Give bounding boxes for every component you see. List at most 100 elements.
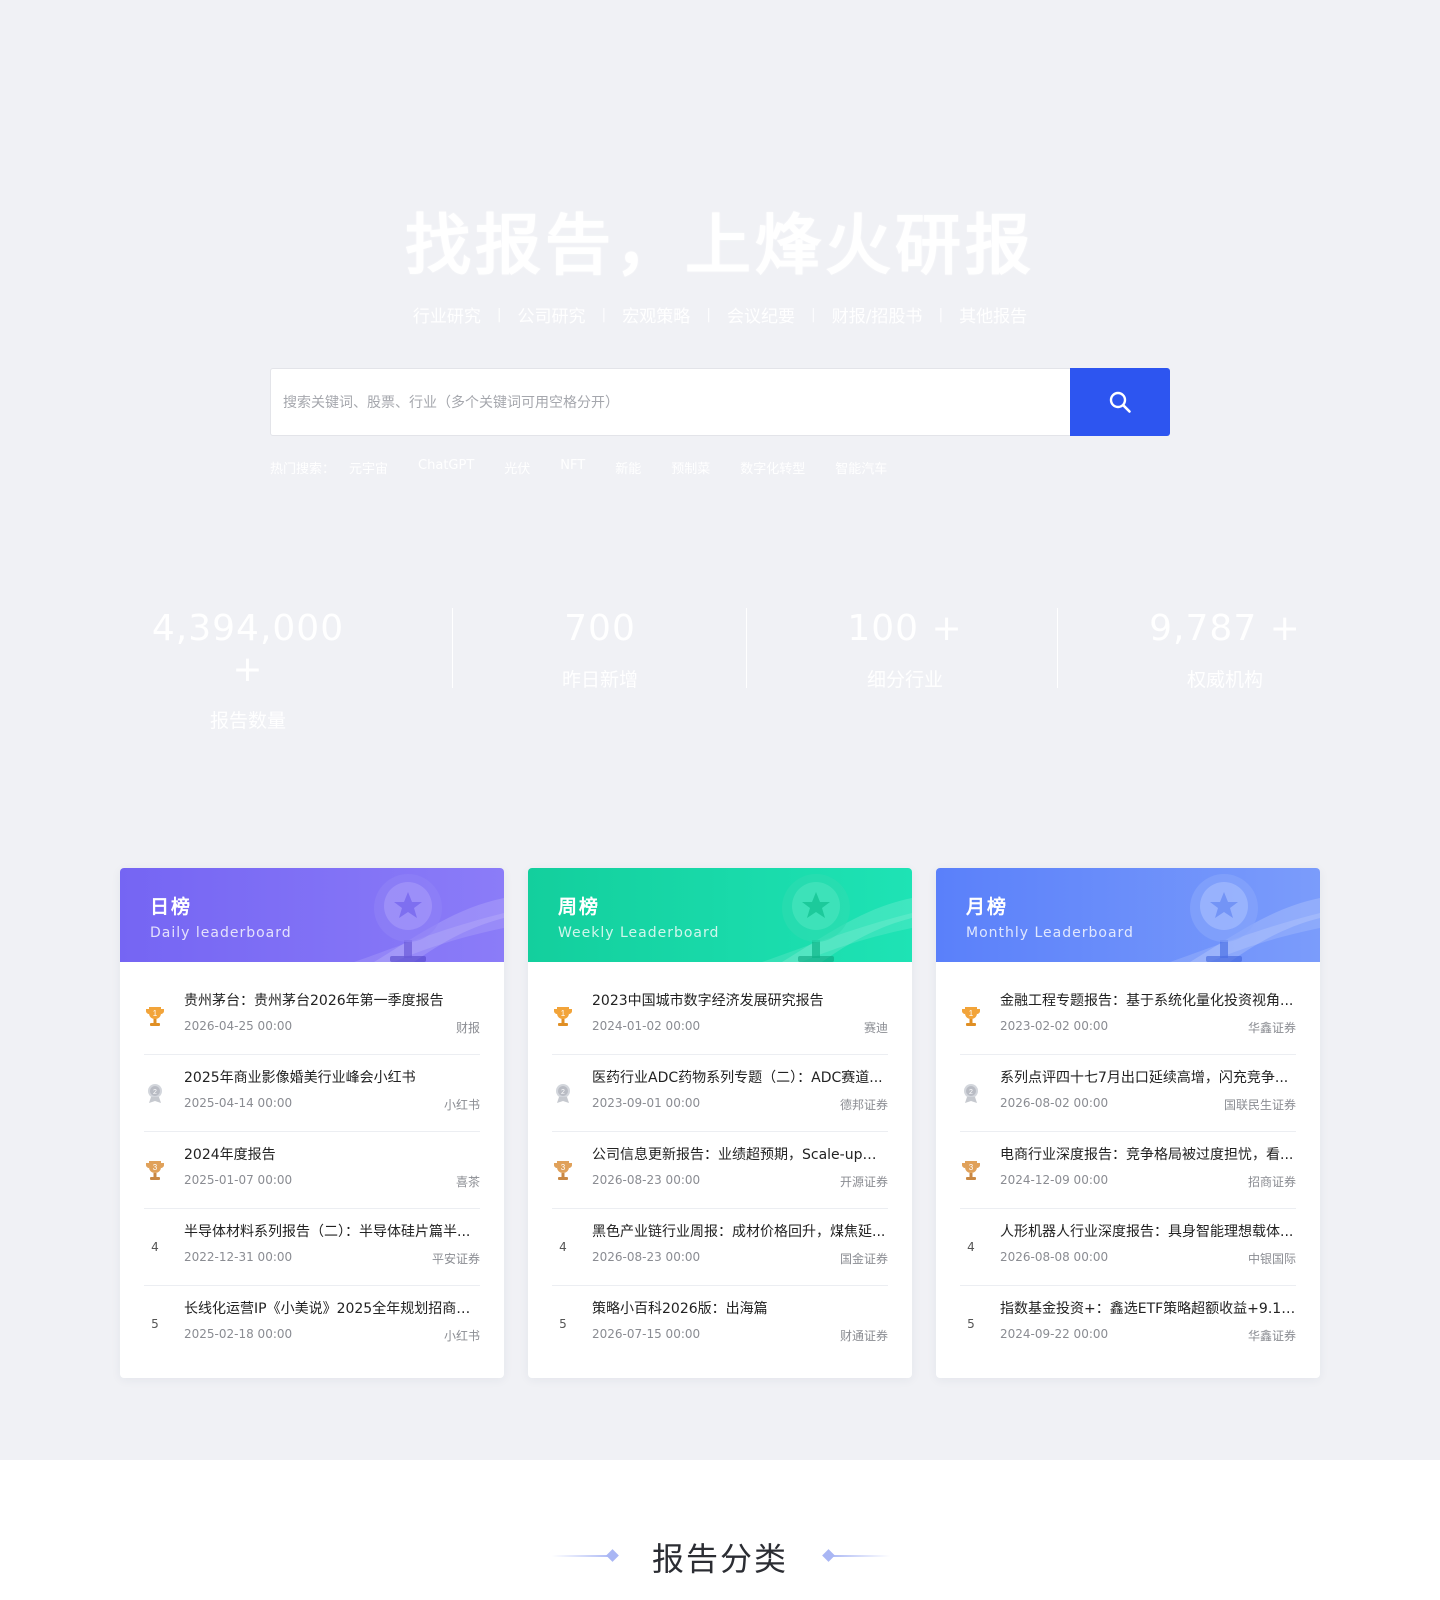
hot-search: 热门搜索： 元宇宙 ChatGPT 光伏 NFT 新能 预制菜 数字化转型 智能… (270, 458, 917, 477)
item-title[interactable]: 人形机器人行业深度报告：具身智能理想载体... (1000, 1221, 1296, 1241)
category-other[interactable]: 其他报告 (943, 302, 1043, 327)
category-company[interactable]: 公司研究 (502, 302, 602, 327)
item-source: 平安证券 (431, 1252, 480, 1266)
title-decoration-right (828, 1555, 890, 1557)
silver-medal-icon: 2 (556, 1084, 570, 1103)
stats-bar: 4,394,000 + 报告数量 700 昨日新增 100 + 细分行业 9,7… (0, 608, 1440, 732)
item-title[interactable]: 贵州茅台：贵州茅台2026年第一季度报告 (184, 990, 480, 1010)
svg-text:1: 1 (969, 1009, 974, 1018)
silver-medal-icon: 2 (148, 1084, 162, 1103)
board-header: 周榜 Weekly Leaderboard (528, 868, 912, 962)
list-item[interactable]: 3 2024年度报告 2025-01-07 00:00 喜茶 (144, 1132, 480, 1209)
item-source: 中银国际 (1247, 1252, 1296, 1266)
search-input[interactable] (271, 369, 1070, 435)
list-item[interactable]: 4 黑色产业链行业周报：成材价格回升，煤焦延... 2026-08-23 00:… (552, 1209, 888, 1286)
weekly-leaderboard: 周榜 Weekly Leaderboard 1 2023中国城市数字经济发展研究… (528, 868, 912, 1378)
category-minutes[interactable]: 会议纪要 (711, 302, 811, 327)
hot-search-item[interactable]: ChatGPT (418, 458, 474, 477)
item-title[interactable]: 2023中国城市数字经济发展研究报告 (592, 990, 888, 1010)
category-industry[interactable]: 行业研究 (397, 302, 497, 327)
item-title[interactable]: 黑色产业链行业周报：成材价格回升，煤焦延... (592, 1221, 888, 1241)
list-item[interactable]: 2 系列点评四十七7月出口延续高增，闪充竞争... 2026-08-02 00:… (960, 1055, 1296, 1132)
list-item[interactable]: 5 长线化运营IP《小美说》2025全年规划招商方... 2025-02-18 … (144, 1286, 480, 1363)
category-separator: | (810, 306, 816, 323)
stat-industries: 100 + 细分行业 (820, 608, 990, 692)
svg-text:2: 2 (153, 1089, 157, 1096)
rank-number: 4 (967, 1240, 975, 1254)
svg-text:3: 3 (153, 1163, 158, 1172)
list-item[interactable]: 4 人形机器人行业深度报告：具身智能理想载体... 2026-08-08 00:… (960, 1209, 1296, 1286)
hero-section: 找报告，上烽火研报 行业研究 | 公司研究 | 宏观策略 | 会议纪要 | 财报… (0, 0, 1440, 1460)
silver-medal-icon: 2 (964, 1084, 978, 1103)
item-source: 财通证券 (839, 1329, 888, 1343)
item-title[interactable]: 策略小百科2026版：出海篇 (592, 1298, 888, 1318)
bronze-trophy-icon: 3 (962, 1161, 980, 1180)
item-title[interactable]: 系列点评四十七7月出口延续高增，闪充竞争... (1000, 1067, 1296, 1087)
item-title[interactable]: 半导体材料系列报告（二）：半导体硅片篇半... (184, 1221, 480, 1241)
rank-badge: 2 (552, 1081, 574, 1105)
svg-text:2: 2 (969, 1089, 973, 1096)
stat-value: 100 + (847, 608, 963, 649)
stat-divider (1057, 608, 1058, 688)
stat-report-count: 4,394,000 + 报告数量 (148, 608, 348, 733)
list-item[interactable]: 3 公司信息更新报告：业绩超预期，Scale-up互... 2026-08-23… (552, 1132, 888, 1209)
item-date: 2025-02-18 00:00 (184, 1327, 293, 1341)
item-date: 2026-07-15 00:00 (592, 1327, 701, 1341)
rank-number: 5 (967, 1317, 975, 1331)
rank-badge: 1 (960, 1004, 982, 1028)
item-source: 开源证券 (839, 1175, 888, 1189)
stat-new-yesterday: 700 昨日新增 (520, 608, 680, 692)
item-title[interactable]: 2025年商业影像婚美行业峰会小红书 (184, 1067, 480, 1087)
report-category-section: 报告分类 (0, 1460, 1440, 1600)
rank-badge: 1 (144, 1004, 166, 1028)
list-item[interactable]: 5 指数基金投资+：鑫选ETF策略超额收益+9.11% 2024-09-22 0… (960, 1286, 1296, 1363)
item-title[interactable]: 长线化运营IP《小美说》2025全年规划招商方... (184, 1298, 480, 1318)
hot-search-item[interactable]: 智能汽车 (835, 458, 887, 477)
rank-number: 4 (559, 1240, 567, 1254)
svg-text:1: 1 (153, 1009, 158, 1018)
hot-search-item[interactable]: 新能 (615, 458, 641, 477)
list-item[interactable]: 2 2025年商业影像婚美行业峰会小红书 2025-04-14 00:00 小红… (144, 1055, 480, 1132)
item-title[interactable]: 公司信息更新报告：业绩超预期，Scale-up互... (592, 1144, 888, 1164)
item-title[interactable]: 金融工程专题报告：基于系统化量化投资视角... (1000, 990, 1296, 1010)
hot-search-item[interactable]: 光伏 (504, 458, 530, 477)
category-macro[interactable]: 宏观策略 (606, 302, 706, 327)
list-item[interactable]: 4 半导体材料系列报告（二）：半导体硅片篇半... 2022-12-31 00:… (144, 1209, 480, 1286)
item-date: 2026-08-08 00:00 (1000, 1250, 1109, 1264)
item-source: 国金证券 (839, 1252, 888, 1266)
trophy-icon (762, 874, 912, 962)
board-list: 1 金融工程专题报告：基于系统化量化投资视角... 2023-02-02 00:… (936, 962, 1320, 1363)
rank-number: 4 (151, 1240, 159, 1254)
category-financials[interactable]: 财报/招股书 (816, 302, 939, 327)
bronze-trophy-icon: 3 (554, 1161, 572, 1180)
item-source: 小红书 (443, 1098, 480, 1112)
hot-search-item[interactable]: NFT (560, 458, 585, 477)
hot-search-item[interactable]: 元宇宙 (349, 458, 388, 477)
gold-trophy-icon: 1 (962, 1007, 980, 1026)
search-box (270, 368, 1170, 436)
item-title[interactable]: 电商行业深度报告：竞争格局被过度担忧，看... (1000, 1144, 1296, 1164)
list-item[interactable]: 1 金融工程专题报告：基于系统化量化投资视角... 2023-02-02 00:… (960, 978, 1296, 1055)
hero-title: 找报告，上烽火研报 (405, 207, 1035, 284)
list-item[interactable]: 1 贵州茅台：贵州茅台2026年第一季度报告 2026-04-25 00:00 … (144, 978, 480, 1055)
rank-number: 5 (151, 1317, 159, 1331)
hot-search-item[interactable]: 预制菜 (671, 458, 710, 477)
hot-search-item[interactable]: 数字化转型 (740, 458, 805, 477)
item-date: 2023-02-02 00:00 (1000, 1019, 1109, 1033)
item-title[interactable]: 医药行业ADC药物系列专题（二）：ADC赛道... (592, 1067, 888, 1087)
list-item[interactable]: 5 策略小百科2026版：出海篇 2026-07-15 00:00 财通证券 (552, 1286, 888, 1363)
search-button[interactable] (1070, 368, 1170, 436)
svg-text:1: 1 (561, 1009, 566, 1018)
stat-institutions: 9,787 + 权威机构 (1130, 608, 1320, 692)
item-source: 财报 (455, 1021, 480, 1035)
item-date: 2023-09-01 00:00 (592, 1096, 701, 1110)
board-list: 1 贵州茅台：贵州茅台2026年第一季度报告 2026-04-25 00:00 … (120, 962, 504, 1363)
list-item[interactable]: 1 2023中国城市数字经济发展研究报告 2024-01-02 00:00 赛迪 (552, 978, 888, 1055)
item-source: 德邦证券 (839, 1098, 888, 1112)
item-title[interactable]: 2024年度报告 (184, 1144, 480, 1164)
rank-badge: 2 (144, 1081, 166, 1105)
list-item[interactable]: 2 医药行业ADC药物系列专题（二）：ADC赛道... 2023-09-01 0… (552, 1055, 888, 1132)
list-item[interactable]: 3 电商行业深度报告：竞争格局被过度担忧，看... 2024-12-09 00:… (960, 1132, 1296, 1209)
rank-number: 5 (559, 1317, 567, 1331)
item-title[interactable]: 指数基金投资+：鑫选ETF策略超额收益+9.11% (1000, 1298, 1296, 1318)
